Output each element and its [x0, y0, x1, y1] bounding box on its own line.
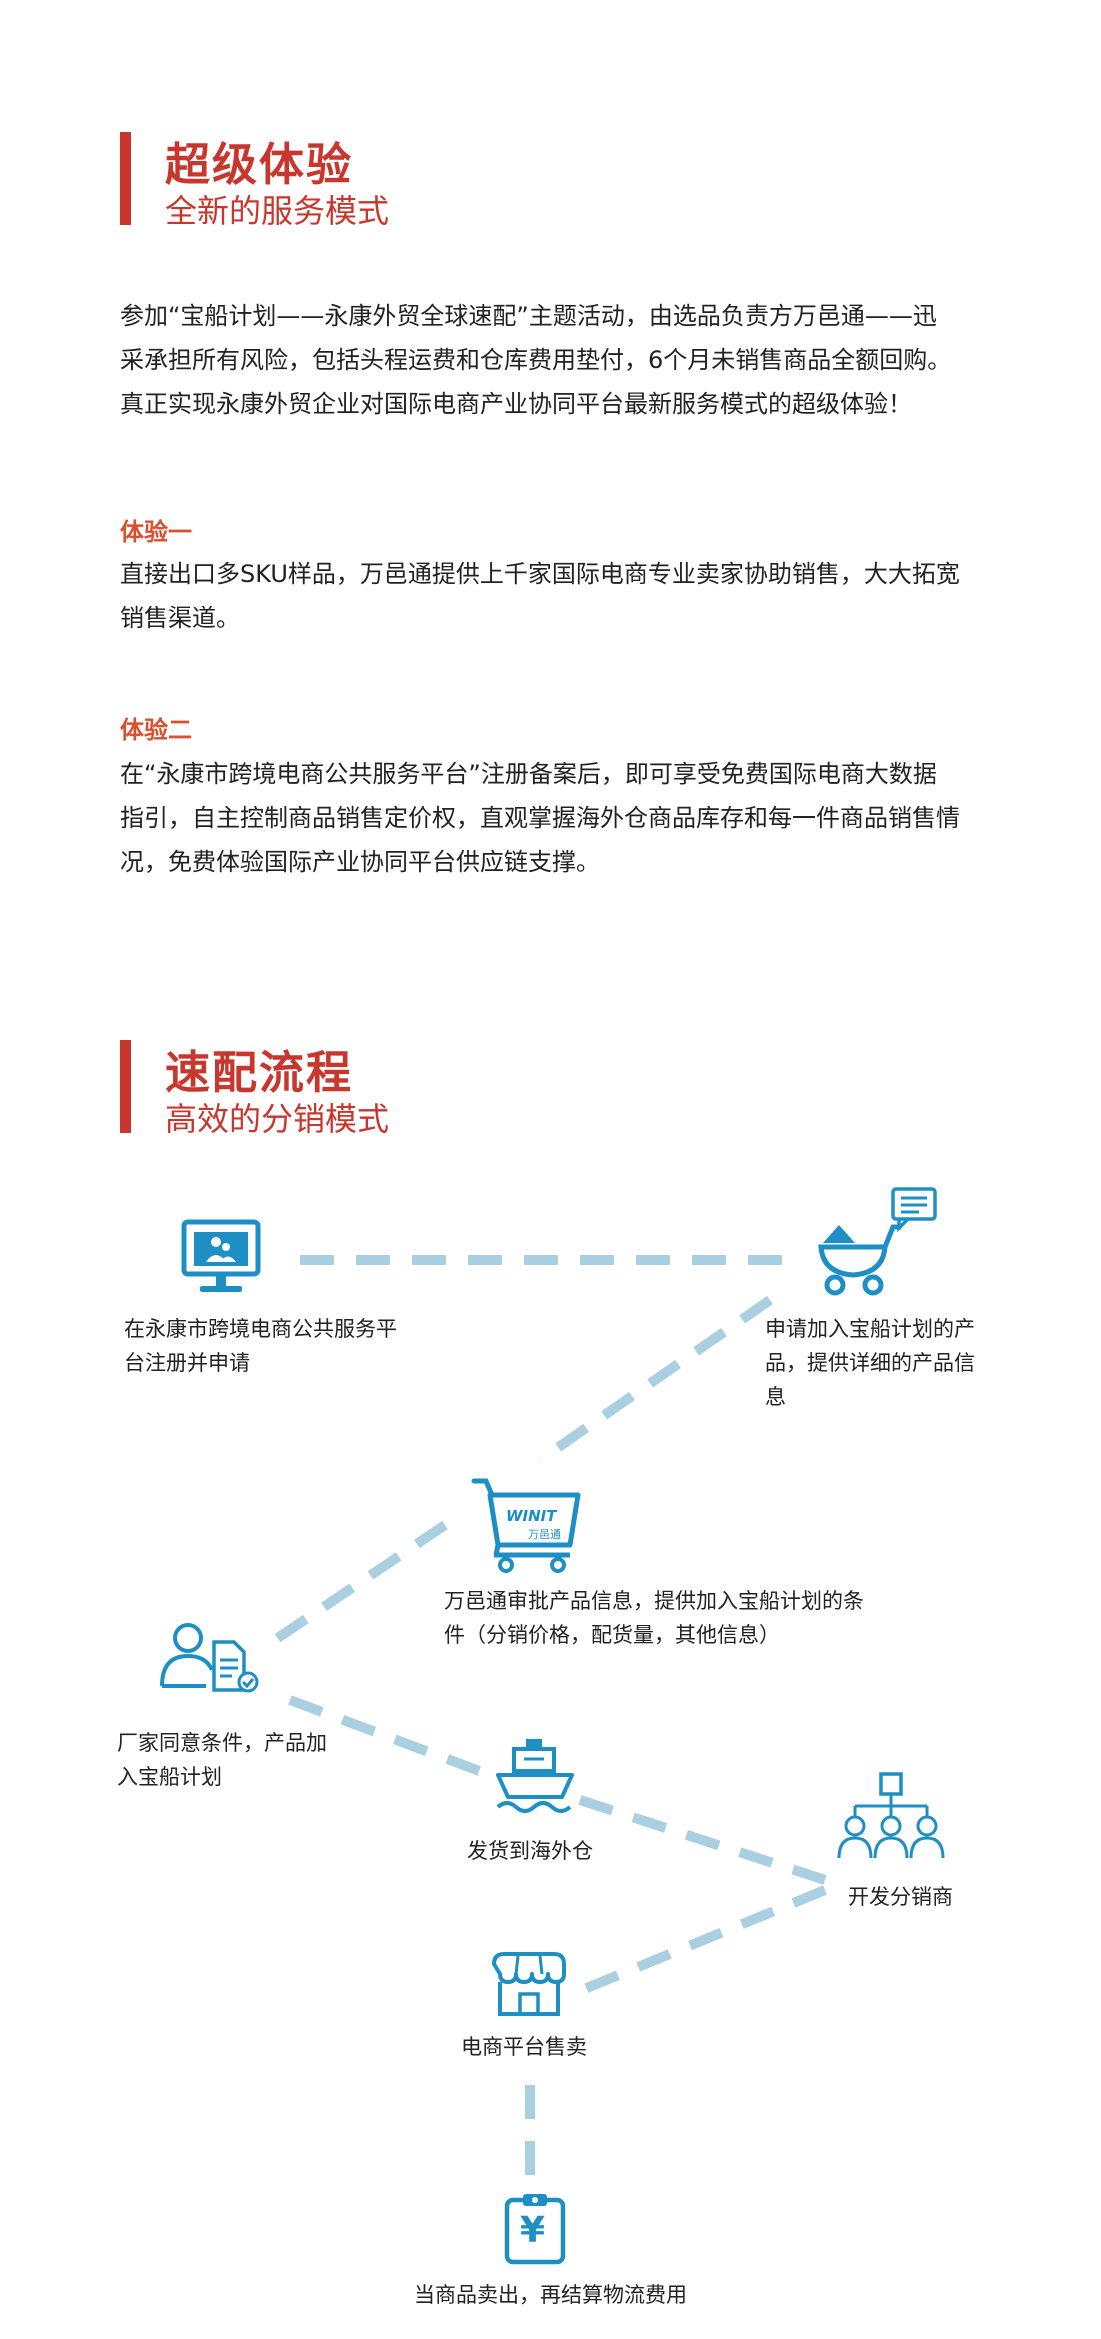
connector-2-3	[537, 1295, 773, 1465]
flow-step1-text: 在永康市跨境电商公共服务平台注册并申请	[124, 1317, 397, 1375]
distributor-network-icon	[835, 1770, 947, 1866]
flow-step7-text: 电商平台售卖	[461, 2035, 587, 2059]
flow-step3-text: 万邑通审批产品信息，提供加入宝船计划的条件（分销价格，配货量，其他信息）	[444, 1589, 864, 1647]
stroller-chat-icon	[815, 1185, 940, 1300]
user-document-icon	[158, 1620, 263, 1695]
yen-glyph: ¥	[520, 2210, 546, 2251]
cargo-ship-icon	[494, 1735, 576, 1815]
flow-step6-text: 开发分销商	[848, 1885, 953, 1909]
winit-logo-en: WINIT	[506, 1507, 557, 1525]
winit-logo-cn: 万邑通	[528, 1528, 561, 1541]
flow-step8-text: 当商品卖出，再结算物流费用	[414, 2283, 687, 2307]
connector-3-4	[257, 1520, 448, 1655]
flow-step5-text: 发货到海外仓	[467, 1839, 593, 1863]
monitor-user-icon	[180, 1218, 262, 1298]
storefront-icon	[490, 1950, 568, 2020]
connector-6-7	[568, 1885, 827, 2000]
flow-step2-text: 申请加入宝船计划的产品，提供详细的产品信息	[765, 1317, 975, 1409]
flow-step4-text: 厂家同意条件，产品加入宝船计划	[117, 1731, 327, 1789]
